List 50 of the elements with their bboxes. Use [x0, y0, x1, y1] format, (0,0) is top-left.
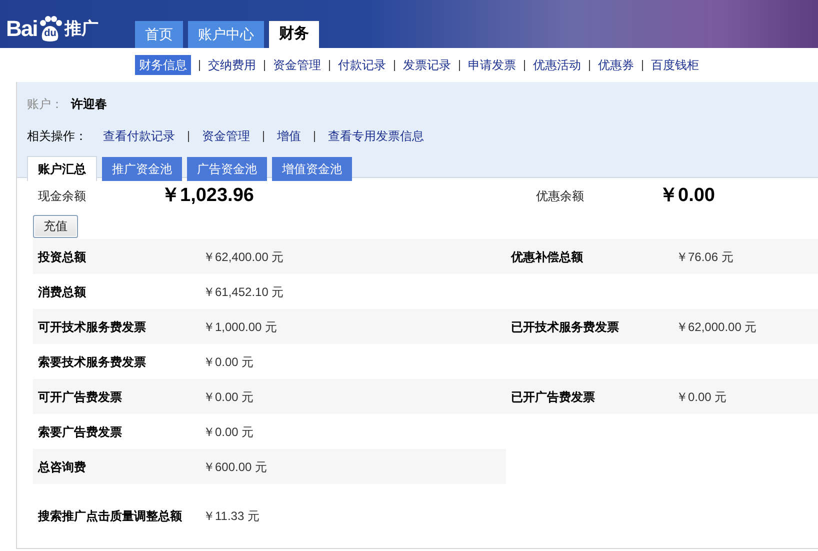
pool-tab[interactable]: 增值资金池: [272, 157, 352, 181]
field-label: 可开广告费发票: [37, 388, 123, 406]
field-value: ￥0.00 元: [203, 424, 254, 440]
subnav-link[interactable]: 优惠活动: [533, 55, 581, 75]
action-link[interactable]: 查看专用发票信息: [328, 127, 424, 145]
field-label: 投资总额: [36, 248, 87, 266]
field-label: 可开技术服务费发票: [37, 318, 147, 336]
field-value: ￥61,452.10 元: [203, 284, 284, 300]
field-value: ￥0.00 元: [676, 388, 727, 406]
field-label: 总咨询费: [36, 458, 87, 476]
account-label: 账户：: [27, 96, 63, 113]
pool-tab[interactable]: 推广资金池: [102, 157, 182, 181]
field-label: 优惠补偿总额: [510, 248, 584, 266]
field-value: ￥62,000.00 元: [676, 318, 757, 336]
field-value: ￥0.00 元: [203, 388, 254, 406]
field-value: ￥62,400.00 元: [203, 248, 284, 266]
field-label: 消费总额: [37, 284, 87, 300]
field-value: ￥600.00 元: [203, 458, 268, 476]
pool-tab[interactable]: 广告资金池: [187, 157, 267, 181]
subnav-link[interactable]: 发票记录: [403, 55, 451, 75]
subnav-link[interactable]: 申请发票: [468, 55, 516, 75]
pool-tab[interactable]: 账户汇总: [27, 156, 97, 181]
subnav-link[interactable]: 交纳费用: [208, 55, 256, 75]
recharge-button[interactable]: 充值: [33, 214, 78, 238]
account-name: 许迎春: [71, 96, 107, 113]
subnav-link[interactable]: 付款记录: [338, 55, 386, 75]
logo-text: 推广: [64, 18, 98, 40]
field-value: ￥0.00 元: [203, 354, 254, 370]
field-label: 索要技术服务费发票: [37, 354, 147, 370]
nav-tab[interactable]: 财务: [269, 21, 319, 48]
field-label: 索要广告费发票: [37, 424, 123, 440]
balance-label: 优惠余额: [536, 188, 585, 206]
balance-amount: ￥0.00: [659, 184, 715, 208]
field-value: ￥76.06 元: [676, 248, 734, 266]
action-link[interactable]: 资金管理: [202, 127, 250, 145]
subnav-link[interactable]: 资金管理: [273, 55, 321, 75]
actions-label: 相关操作：: [27, 128, 87, 145]
field-label: 搜索推广点击质量调整总额: [36, 508, 183, 525]
balance-amount: ￥1,023.96: [161, 184, 254, 208]
subnav-link[interactable]: 百度钱柜: [651, 55, 699, 75]
subnav-link[interactable]: 优惠券: [598, 55, 634, 75]
action-link[interactable]: 增值: [277, 127, 301, 145]
field-label: 已开广告费发票: [510, 388, 596, 406]
logo-text: Bai: [6, 15, 38, 43]
action-link[interactable]: 查看付款记录: [103, 127, 175, 145]
field-label: 已开技术服务费发票: [510, 318, 620, 336]
field-value: ￥1,000.00 元: [203, 318, 278, 336]
balance-label: 现金余额: [38, 188, 87, 206]
subnav-link[interactable]: 财务信息: [135, 55, 191, 75]
field-value: ￥11.33 元: [203, 508, 260, 525]
